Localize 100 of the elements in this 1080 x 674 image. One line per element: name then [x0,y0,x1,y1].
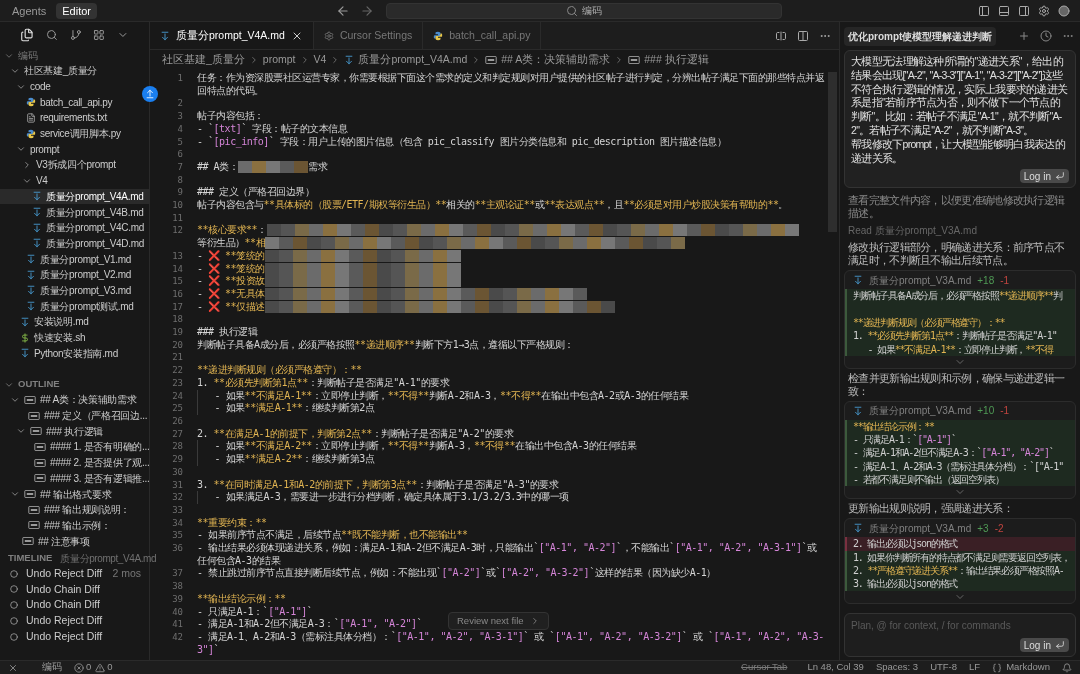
error-count[interactable]: 0 [86,660,92,674]
tree-item[interactable]: prompt [0,141,64,158]
settings-icon[interactable] [1038,4,1050,17]
status-item[interactable]: Markdown [1006,660,1050,674]
tree-item[interactable]: 社区基建_质量分 [0,63,102,79]
search-field[interactable]: 编码 [386,2,782,19]
login-button[interactable]: Log in [1019,638,1069,652]
outline-item[interactable]: ## 注意事项 [0,533,94,549]
timeline-item[interactable]: Undo Chain Diff [0,581,149,598]
notification-icon[interactable] [1062,662,1072,673]
breadcrumb-item[interactable]: 质量分prompt_V4A.md [358,52,468,68]
split-editor-icon[interactable] [797,29,809,42]
status-item[interactable]: Ln 48, Col 39 [807,660,864,674]
history-icon[interactable] [1040,30,1052,42]
tree-item[interactable]: 快速安装.sh [0,329,90,346]
login-button[interactable]: Log in [1019,169,1069,184]
breadcrumb-item[interactable]: V4 [313,52,327,68]
outline-item[interactable]: #### 2. 是否提供了观... [0,454,154,471]
status-item[interactable]: UTF-8 [930,660,958,674]
outline-item[interactable]: ### 执行逻辑 [0,423,108,440]
file-tab[interactable]: batch_call_api.py [423,22,542,49]
tree-item[interactable]: 质量分prompt_V4D.md [0,235,148,252]
tree-item[interactable]: 质量分prompt_V4C.md [0,219,148,236]
tree-item[interactable]: 质量分prompt_V3.md [0,282,136,299]
warning-count[interactable]: 0 [107,660,113,674]
panel-toggle-icon[interactable] [998,4,1010,17]
outline-item[interactable]: #### 1. 是否有明确的... [0,439,154,455]
outline-item[interactable]: ## A类：决策辅助需求 [0,392,141,408]
tree-item[interactable]: code [0,78,55,95]
mode-tab[interactable]: Editor [56,2,97,19]
code-line: - 如果**满足A-1**：继续判断第2点 [197,402,375,415]
file-name[interactable]: 质量分prompt_V3A.md [869,272,972,288]
timeline-item[interactable]: Undo Chain Diff [0,597,149,613]
section-title[interactable]: 编码 [18,48,38,63]
tree-item[interactable]: 质量分prompt_V4A.md [0,188,149,205]
timeline-item[interactable]: Undo Reject Diff 2 mos [0,565,149,582]
section-title[interactable]: TIMELINE [8,551,53,566]
status-item[interactable]: LF [969,660,981,674]
outline-item[interactable]: ## 输出格式要求 [0,486,116,502]
timeline-item[interactable]: Undo Reject Diff [0,628,149,645]
file-name[interactable]: 质量分prompt_V3A.md [869,403,972,419]
tree-item[interactable]: V3拆成四个prompt [0,157,120,173]
review-next-file-button[interactable]: Review next file [448,612,549,630]
code-line: **输出结论示例：** [197,592,286,606]
line-number: 16 [171,287,184,301]
mode-tab[interactable]: Agents [6,2,53,19]
tree-item[interactable]: service调用脚本.py [0,125,125,142]
line-number: 7 [176,160,184,174]
status-item[interactable]: Cursor Tab [741,660,788,674]
outline-item[interactable]: #### 3. 是否有逻辑推... [0,470,154,487]
file-tab[interactable]: 质量分prompt_V4A.md [150,22,314,49]
extensions-icon[interactable] [93,29,106,41]
symbol-icon [34,442,46,451]
code-line: 判断帖子具备A成分后，必须严格按照**递进顺序**判断下方1→3点，遵循以下严格规则： [197,338,574,352]
tree-item[interactable]: requirements.txt [0,110,111,126]
explorer-icon[interactable] [20,28,34,42]
tree-item[interactable]: 质量分prompt_V1.md [0,251,136,267]
line-number: 15 [171,275,184,288]
outline-item[interactable]: ### 输出示例： [0,517,115,534]
file-tab[interactable]: Cursor Settings [313,22,424,49]
avatar[interactable] [1058,4,1070,17]
line-number: 20 [171,338,184,352]
status-item[interactable]: Spaces: 3 [875,660,919,674]
add-icon[interactable] [1018,30,1030,42]
chat-title-tab[interactable]: 优化prompt使模型理解递进判断 [844,26,997,46]
breadcrumb-item[interactable]: ## A类：决策辅助需求 [501,52,611,68]
breadcrumb-item[interactable]: ### 执行逻辑 [644,52,709,68]
section-title[interactable]: OUTLINE [18,377,60,392]
line-number: 35 [171,529,184,542]
tree-item[interactable]: 质量分prompt_V2.md [0,266,136,283]
breadcrumb-item[interactable]: prompt [262,52,296,68]
python-icon [433,30,444,41]
file-name[interactable]: 质量分prompt_V3A.md [869,520,972,536]
tree-item[interactable]: Python安装指南.md [0,345,122,362]
source-control-icon[interactable] [69,29,82,41]
back-icon[interactable] [336,3,350,18]
line-number: 28 [171,440,184,454]
user-message: 大模型无法理解这种所谓的"递进关系"，给出的结果会出现["A-2", "A-3-3"]["A-1", "A-3-2"]["A-2"]这些不符合执行逻辑的情况，实际上我要求的递进关系是指"若前序节点为否，则不做下一个节点的判断"。比如：若帖子不满足"A-1"，就不判断"A-2"。若帖子不满足"A-2"，就不判断"A-3"。 [851,55,1069,138]
sidebar-toggle-icon[interactable] [978,4,990,17]
line-number: 37 [171,567,184,581]
floating-action-button[interactable] [142,86,158,102]
forward-icon[interactable] [360,3,374,18]
branch-label[interactable]: 编码 [42,660,62,674]
tree-item[interactable]: 质量分prompt_V4B.md [0,204,148,220]
search-icon[interactable] [45,29,58,41]
outline-item[interactable]: ### 输出规则说明： [0,501,135,518]
outline-item[interactable]: ### 定义（严格召回边... [0,407,152,424]
line-number: 12 [171,224,184,238]
code-line: 需求 [308,160,328,174]
tree-item[interactable]: batch_call_api.py [0,94,117,111]
timeline-item[interactable]: Undo Reject Diff [0,613,149,629]
sidebar-toggle-icon[interactable] [1018,4,1030,17]
tree-item[interactable]: V4 [0,172,52,189]
tree-item[interactable]: 质量分prompt测试.md [0,298,138,314]
line-number: 25 [171,402,184,415]
code-line: - 如果前序节点不满足，后续节点**既不能判断，也不能输出** [197,529,468,542]
code-line: - 满足A-1、A-2和A-3（需标注具体分档）：`["A-1", "A-2", "A-3-1"]` 或 `["A-1", "A-2", "A-3-2"]` 或 `["A-1", "A-2", "A-3-3"]` [197,630,825,657]
tree-item[interactable]: 安装说明.md [0,314,93,330]
code-line: 1. **必须先判断第1点**：判断帖子是否满足"A-1"的要求 [197,376,450,390]
breadcrumb-item[interactable]: 社区基建_质量分 [162,52,245,68]
